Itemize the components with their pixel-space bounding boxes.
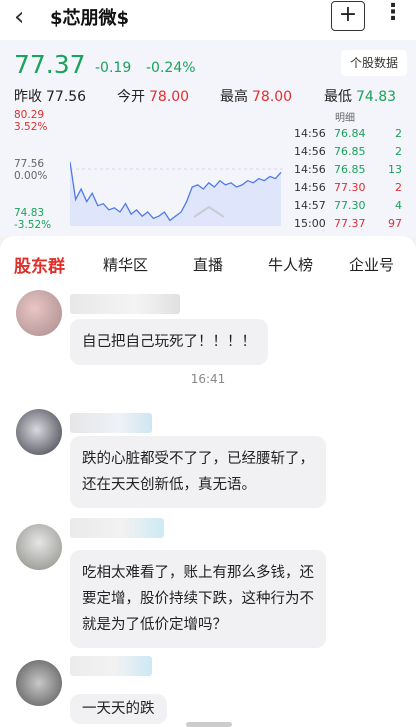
username-blurred: [70, 294, 180, 314]
tick-qty: 2: [395, 127, 402, 140]
chat-bubble: 吃相太难看了，账上有那么多钱，还 要定增，股价持续下跌，这种行为不 就是为了低价…: [70, 550, 326, 648]
high-value: 78.00: [252, 89, 293, 105]
home-indicator[interactable]: [186, 722, 232, 727]
open: 今开 78.00: [117, 86, 189, 106]
low: 最低 74.83: [324, 86, 396, 106]
open-label: 今开: [117, 89, 145, 105]
high: 最高 78.00: [220, 86, 292, 106]
username-blurred: [70, 518, 164, 538]
price-change-pct: -0.24%: [146, 60, 196, 76]
tick-qty: 2: [395, 181, 402, 194]
username-blurred: [70, 656, 152, 676]
axis-bot-pct: -3.52%: [14, 219, 52, 231]
chat-bubble: 一天天的跌: [70, 694, 167, 724]
prev-close-label: 昨收: [14, 89, 42, 105]
tab-highlights[interactable]: 精华区: [103, 254, 148, 275]
current-price: 77.37: [14, 50, 86, 79]
tick-price: 76.85: [334, 163, 366, 176]
tick-time: 14:57: [294, 199, 326, 212]
tab-live[interactable]: 直播: [193, 254, 223, 275]
ticks-header: 明细: [335, 113, 355, 124]
tick-row: 14:56 76.84 2: [294, 126, 406, 142]
tick-price: 77.37: [334, 217, 366, 230]
tick-time: 14:56: [294, 163, 326, 176]
stock-data-button[interactable]: 个股数据: [341, 50, 407, 76]
chat-bubble: 跌的心脏都受不了了，已经腰斩了， 还在天天创新低，真无语。: [70, 436, 326, 508]
tick-row: 14:57 77.30 4: [294, 198, 406, 214]
username-blurred: [70, 413, 152, 433]
tick-row: 15:00 77.37 97: [294, 216, 406, 232]
tick-price: 76.84: [334, 127, 366, 140]
add-button[interactable]: +: [331, 1, 365, 31]
avatar[interactable]: [16, 409, 62, 455]
tab-bar: 股东群 精华区 直播 牛人榜 企业号: [0, 236, 416, 286]
tick-price: 76.85: [334, 145, 366, 158]
tick-row: 14:56 76.85 13: [294, 162, 406, 178]
tick-time: 14:56: [294, 127, 326, 140]
tick-time: 15:00: [294, 217, 326, 230]
chat-bubble: 自己把自己玩死了！！！！: [70, 319, 268, 365]
tick-price: 77.30: [334, 199, 366, 212]
chat-feed: 自己把自己玩死了！！！！ 16:41 跌的心脏都受不了了，已经腰斩了， 还在天天…: [0, 286, 416, 727]
open-value: 78.00: [149, 89, 190, 105]
intraday-chart[interactable]: [70, 112, 286, 226]
tick-row: 14:56 77.30 2: [294, 180, 406, 196]
tick-price: 77.30: [334, 181, 366, 194]
chevron-left-icon[interactable]: ‹: [14, 2, 24, 32]
axis-mid-pct: 0.00%: [14, 170, 48, 182]
prev-close: 昨收 77.56: [14, 86, 86, 106]
tick-time: 14:56: [294, 145, 326, 158]
tick-qty: 4: [395, 199, 402, 212]
avatar[interactable]: [16, 660, 62, 706]
axis-bot-price: 74.83: [14, 207, 45, 219]
top-bar: ‹ $芯朋微$ + ⋮: [0, 0, 416, 40]
axis-top-price: 80.29: [14, 109, 45, 121]
low-value: 74.83: [356, 89, 397, 105]
tab-top-traders[interactable]: 牛人榜: [268, 254, 313, 275]
more-icon[interactable]: ⋮: [382, 0, 404, 25]
tick-qty: 97: [388, 217, 402, 230]
tab-shareholder-group[interactable]: 股东群: [14, 252, 65, 277]
tick-time: 14:56: [294, 181, 326, 194]
axis-mid-price: 77.56: [14, 158, 45, 170]
avatar[interactable]: [16, 290, 62, 336]
low-label: 最低: [324, 89, 352, 105]
avatar[interactable]: [16, 524, 62, 570]
tick-qty: 2: [395, 145, 402, 158]
axis-top-pct: 3.52%: [14, 121, 48, 133]
tab-company-account[interactable]: 企业号: [349, 254, 394, 275]
price-change: -0.19: [95, 60, 132, 76]
page-title: $芯朋微$: [50, 8, 130, 29]
time-divider: 16:41: [190, 372, 226, 386]
chevron-up-icon[interactable]: [192, 203, 226, 219]
prev-close-value: 77.56: [46, 89, 87, 105]
tick-qty: 13: [388, 163, 402, 176]
high-label: 最高: [220, 89, 248, 105]
tick-row: 14:56 76.85 2: [294, 144, 406, 160]
